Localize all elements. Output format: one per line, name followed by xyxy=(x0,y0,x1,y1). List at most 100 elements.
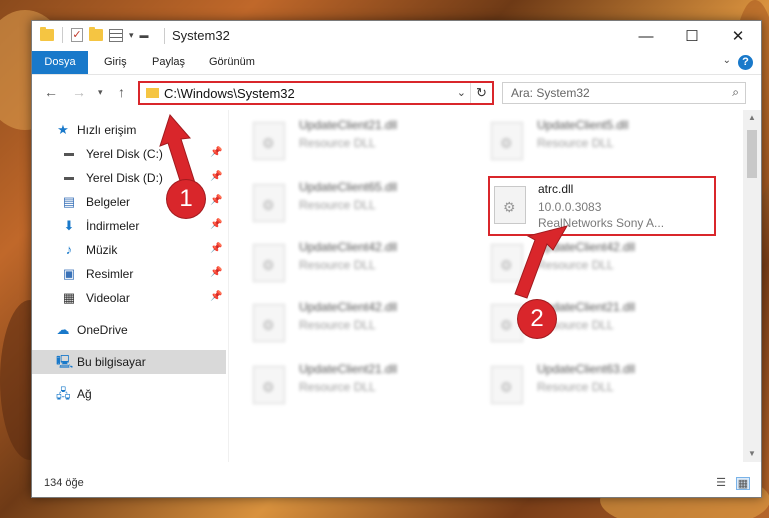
sidebar-item-label: Hızlı erişim xyxy=(77,123,137,137)
sidebar-item-label: Belgeler xyxy=(86,195,131,209)
list-item[interactable]: UpdateClient21.dll Resource DLL xyxy=(229,360,459,410)
file-type: Resource DLL xyxy=(299,198,376,212)
maximize-button[interactable]: ☐ xyxy=(669,21,715,51)
search-input[interactable] xyxy=(511,85,711,101)
file-name: UpdateClient63.dll xyxy=(537,362,636,376)
address-bar[interactable]: C:\Windows\System32 ⌄ ↻ xyxy=(138,81,494,105)
dll-file-icon xyxy=(253,122,285,160)
item-count: 134 öğe xyxy=(44,477,84,489)
file-name: UpdateClient42.dll xyxy=(299,240,398,254)
properties-check-icon[interactable]: ✓ xyxy=(71,28,83,42)
sidebar-item-network[interactable]: 🖧 Ağ xyxy=(32,382,226,406)
file-list: UpdateClient21.dll Resource DLL UpdateCl… xyxy=(229,110,743,462)
atrc-dll-file[interactable]: atrc.dll 10.0.0.3083 RealNetworks Sony A… xyxy=(488,176,716,236)
dll-file-icon xyxy=(491,122,523,160)
sidebar-item-quick-access[interactable]: ★ Hızlı erişim xyxy=(32,118,226,142)
file-type: Resource DLL xyxy=(299,380,376,394)
search-box[interactable]: ⌕ xyxy=(502,82,746,104)
pin-icon[interactable]: 📌 xyxy=(210,291,222,302)
file-type: Resource DLL xyxy=(537,380,614,394)
sidebar-item-downloads[interactable]: ⬇ İndirmeler 📌 xyxy=(32,214,226,238)
list-item[interactable]: UpdateClient42.dll Resource DLL xyxy=(467,238,697,288)
file-version: 10.0.0.3083 xyxy=(538,200,602,214)
dll-file-icon xyxy=(253,244,285,282)
sidebar-item-label: Resimler xyxy=(86,267,134,281)
new-folder-icon[interactable] xyxy=(89,27,103,41)
sidebar-item-pictures[interactable]: ▣ Resimler 📌 xyxy=(32,262,226,286)
window-title: System32 xyxy=(172,28,230,43)
sidebar-item-label: Bu bilgisayar xyxy=(77,355,146,369)
file-name: UpdateClient21.dll xyxy=(299,362,398,376)
tab-home[interactable]: Giriş xyxy=(94,51,137,74)
download-icon: ⬇ xyxy=(63,218,75,233)
pin-icon[interactable]: 📌 xyxy=(210,267,222,278)
folder-icon xyxy=(40,27,54,41)
network-icon: 🖧 xyxy=(56,386,71,401)
pin-icon[interactable]: 📌 xyxy=(210,147,222,158)
tab-file[interactable]: Dosya xyxy=(32,51,88,74)
up-arrow-icon[interactable]: ↑ xyxy=(118,84,125,100)
forward-arrow-icon[interactable]: → xyxy=(72,84,86,100)
details-view-icon[interactable]: ☰ xyxy=(714,477,728,490)
drive-icon: ▬ xyxy=(64,172,74,183)
file-name: UpdateClient42.dll xyxy=(537,240,636,254)
computer-icon: 🖳 xyxy=(56,354,74,369)
vertical-scrollbar[interactable]: ▲ ▼ xyxy=(743,110,761,462)
sidebar-item-label: Yerel Disk (C:) xyxy=(86,147,163,161)
list-item[interactable]: UpdateClient42.dll Resource DLL xyxy=(229,298,459,348)
dll-file-icon xyxy=(494,186,526,224)
tab-share[interactable]: Paylaş xyxy=(142,51,195,74)
list-item[interactable]: UpdateClient63.dll Resource DLL xyxy=(467,360,697,410)
pictures-icon: ▣ xyxy=(62,266,76,281)
pin-icon[interactable]: 📌 xyxy=(210,195,222,206)
recent-locations-icon[interactable]: ▾ xyxy=(98,87,103,98)
callout-step-2: 2 xyxy=(518,300,556,338)
minimize-button[interactable]: — xyxy=(623,21,669,51)
scroll-down-icon[interactable]: ▼ xyxy=(743,446,761,462)
pin-icon[interactable]: 📌 xyxy=(210,219,222,230)
list-item[interactable]: UpdateClient5.dll Resource DLL xyxy=(467,116,697,166)
file-type: Resource DLL xyxy=(299,258,376,272)
tab-view[interactable]: Görünüm xyxy=(199,51,265,74)
chevron-down-icon[interactable]: ▾ xyxy=(129,30,134,41)
pin-icon[interactable]: 📌 xyxy=(210,243,222,254)
dll-file-icon xyxy=(491,244,523,282)
sidebar-item-label: Yerel Disk (D:) xyxy=(86,171,163,185)
search-icon[interactable]: ⌕ xyxy=(732,85,739,100)
address-path[interactable]: C:\Windows\System32 xyxy=(164,86,295,101)
file-type: Resource DLL xyxy=(537,258,614,272)
sidebar-item-this-pc[interactable]: 🖳 Bu bilgisayar xyxy=(32,350,226,374)
pin-icon[interactable]: 📌 xyxy=(210,171,222,182)
documents-icon: ▤ xyxy=(62,194,76,209)
list-item[interactable]: UpdateClient21.dll Resource DLL xyxy=(467,298,697,348)
window-controls: — ☐ ✕ xyxy=(623,21,761,51)
folder-icon xyxy=(146,88,159,98)
close-button[interactable]: ✕ xyxy=(715,21,761,51)
list-item[interactable]: UpdateClient65.dll Resource DLL xyxy=(229,178,459,228)
drive-icon: ▬ xyxy=(64,148,74,159)
list-item[interactable]: UpdateClient42.dll Resource DLL xyxy=(229,238,459,288)
scrollbar-thumb[interactable] xyxy=(747,130,757,178)
refresh-icon[interactable]: ↻ xyxy=(470,83,492,103)
navigation-pane: ★ Hızlı erişim ▬ Yerel Disk (C:) 📌 ▬ Yer… xyxy=(32,110,226,462)
sidebar-item-videos[interactable]: ▦ Videolar 📌 xyxy=(32,286,226,310)
sidebar-item-onedrive[interactable]: ☁ OneDrive xyxy=(32,318,226,342)
sidebar-item-label: Videolar xyxy=(86,291,130,305)
file-company: RealNetworks Sony A... xyxy=(538,216,665,230)
back-arrow-icon[interactable]: ← xyxy=(44,84,58,100)
tiles-view-icon[interactable]: ▦ xyxy=(736,477,750,490)
expand-ribbon-icon[interactable]: ⌄ xyxy=(723,55,731,66)
file-name: atrc.dll xyxy=(538,182,574,196)
list-item[interactable]: UpdateClient21.dll Resource DLL xyxy=(229,116,459,166)
sidebar-item-drive-c[interactable]: ▬ Yerel Disk (C:) 📌 xyxy=(32,142,226,166)
address-history-icon[interactable]: ⌄ xyxy=(457,86,466,99)
star-icon: ★ xyxy=(57,122,69,137)
scroll-up-icon[interactable]: ▲ xyxy=(743,110,761,126)
sidebar-item-label: İndirmeler xyxy=(86,219,140,233)
view-details-icon[interactable] xyxy=(109,28,123,42)
customize-toolbar-icon[interactable]: ▬ xyxy=(140,30,149,40)
sidebar-item-music[interactable]: ♪ Müzik 📌 xyxy=(32,238,226,262)
dll-file-icon xyxy=(253,366,285,404)
file-name: UpdateClient21.dll xyxy=(299,118,398,132)
help-icon[interactable]: ? xyxy=(738,55,753,70)
